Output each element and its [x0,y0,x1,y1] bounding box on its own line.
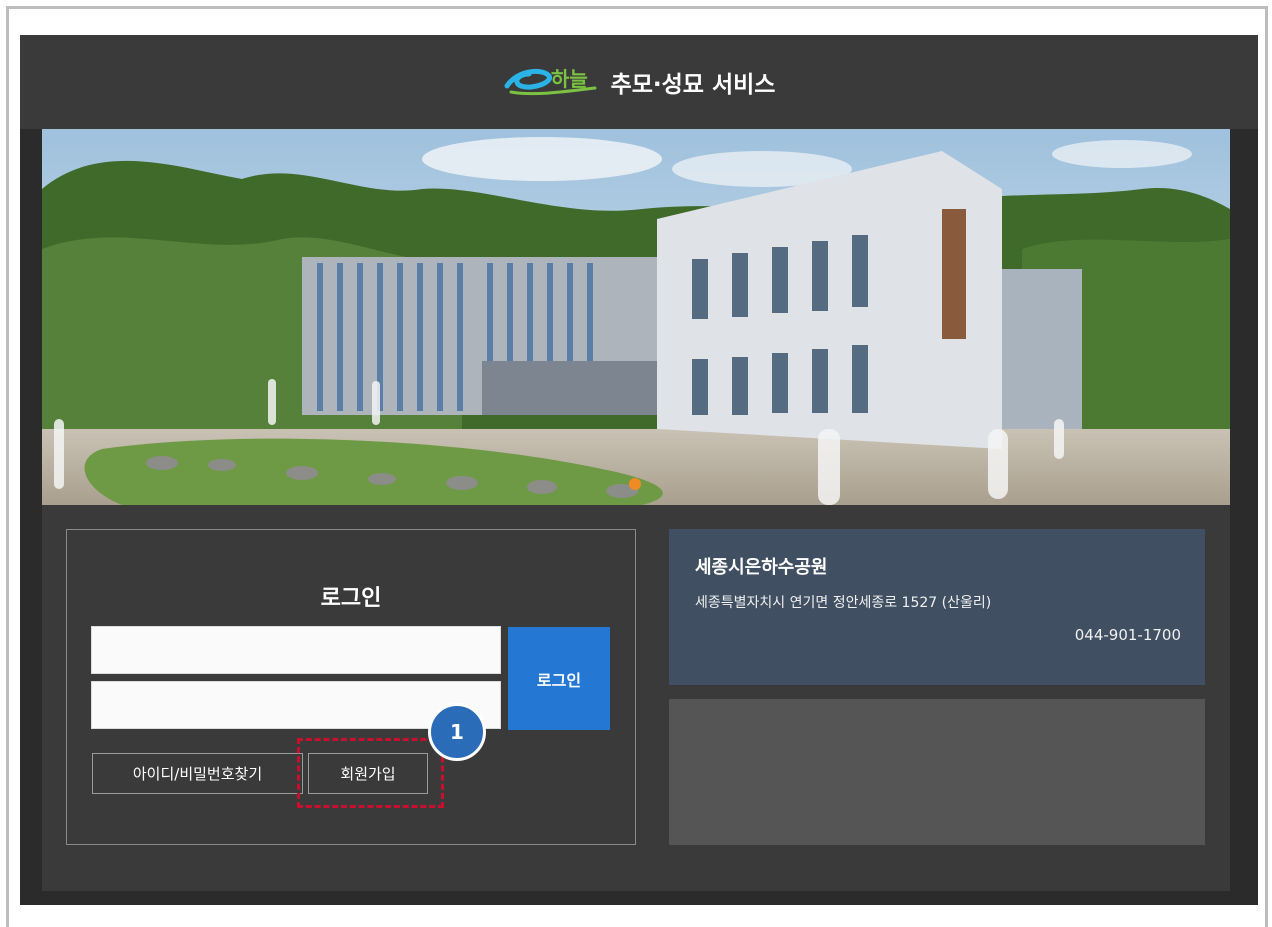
svg-text:하늘: 하늘 [551,67,588,91]
find-id-password-button[interactable]: 아이디/비밀번호찾기 [92,753,303,794]
facility-phone: 044-901-1700 [1074,626,1181,644]
header: 하늘 추모·성묘 서비스 [20,35,1258,129]
facility-name: 세종시은하수공원 [695,557,828,578]
ehaneul-logo[interactable]: 하늘 [503,62,599,102]
login-title: 로그인 [320,586,382,611]
service-title: 추모·성묘 서비스 [610,72,776,98]
banner-image [42,129,1230,505]
annotation-highlight-box [297,738,444,808]
facility-info-card: 세종시은하수공원 세종특별자치시 연기면 정안세종로 1527 (산울리) 04… [669,529,1205,685]
empty-panel [669,699,1205,845]
login-panel: 로그인 로그인 아이디/비밀번호찾기 회원가입 1 [66,529,636,845]
user-id-input[interactable] [91,626,501,674]
login-button[interactable]: 로그인 [508,627,610,730]
facility-address: 세종특별자치시 연기면 정안세종로 1527 (산울리) [695,595,992,611]
building-photo-icon [42,129,1230,505]
annotation-badge: 1 [428,703,486,761]
main-content: 로그인 로그인 아이디/비밀번호찾기 회원가입 1 세종시은하수공원 세종특별자… [42,129,1230,891]
ehaneul-logo-icon: 하늘 [504,67,597,96]
app-window: 하늘 추모·성묘 서비스 로그인 로그인 아이디/비밀번호찾기 회원가입 1 세… [20,35,1258,905]
